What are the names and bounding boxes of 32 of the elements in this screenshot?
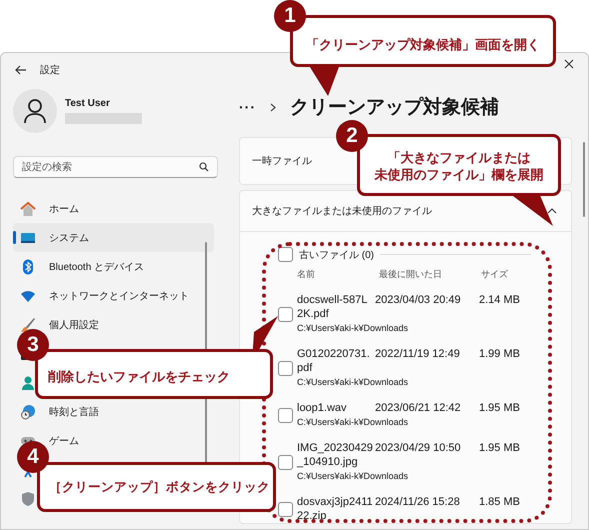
user-name: Test User: [65, 98, 111, 109]
file-size: 1.95 MB: [479, 401, 521, 415]
callout-text: 未使用のファイル」欄を展開: [374, 167, 544, 184]
column-header: サイズ: [481, 268, 509, 281]
column-header: 最後に開いた日: [379, 268, 443, 281]
file-date: 2023/06/21 12:42: [375, 401, 462, 415]
file-name: IMG_20230429_104910.jpg: [297, 441, 373, 469]
file-path: C:¥Users¥aki-k¥Downloads: [297, 322, 408, 335]
file-path: C:¥Users¥aki-k¥Downloads: [297, 376, 408, 389]
callout-text: 「大きなファイルまたは: [388, 150, 530, 167]
callout-text: 削除したいファイルをチェック: [48, 368, 230, 386]
file-name: dosvaxj3jp241122.zip: [297, 495, 373, 523]
callout-text: ［クリーンアップ］ボタンをクリック: [49, 478, 270, 496]
file-size: 1.99 MB: [479, 347, 521, 361]
window-title: 設定: [40, 64, 60, 77]
page-title: クリーンアップ対象候補: [290, 96, 499, 120]
file-size: 2.14 MB: [479, 293, 521, 307]
file-path: C:¥Users¥aki-k¥Downloads: [297, 470, 408, 483]
step-number-tooltip: 1: [274, 0, 306, 32]
file-date: 2023/04/03 20:49: [375, 293, 462, 307]
file-date: 2023/04/29 10:50: [375, 441, 462, 455]
file-name: loop1.wav: [297, 401, 348, 415]
column-header: 名前: [297, 268, 316, 281]
file-size: 1.85 MB: [479, 495, 521, 509]
file-date: 2024/11/26 15:28: [375, 495, 461, 509]
file-path: C:¥Users¥aki-k¥Downloads: [297, 416, 408, 429]
file-date: 2022/11/19 12:49: [375, 347, 461, 361]
group-label: 古いファイル (0): [299, 248, 374, 262]
file-name: G0120220731.pdf: [297, 347, 371, 375]
callout-text: 「クリーンアップ対象候補」画面を開く: [306, 36, 540, 54]
file-name: docswell-587L2K.pdf: [297, 293, 368, 321]
file-size: 1.95 MB: [479, 441, 521, 455]
